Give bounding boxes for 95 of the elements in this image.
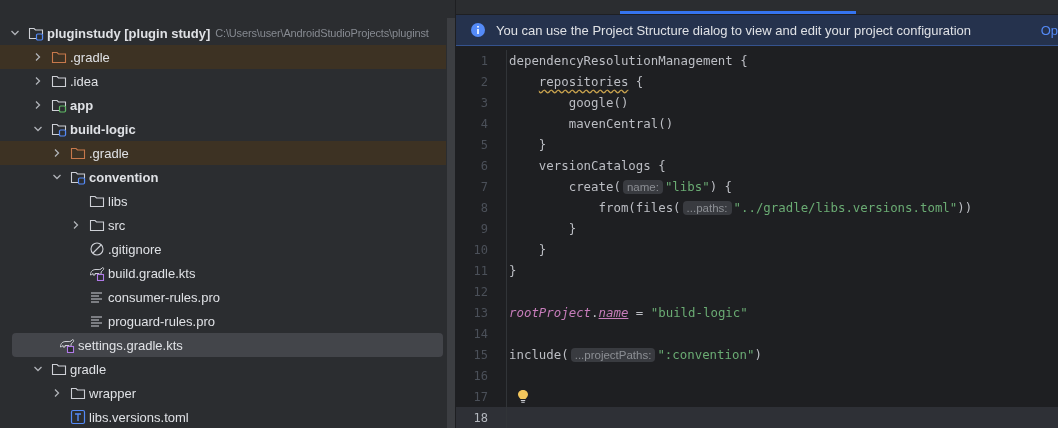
item-label: build-logic: [70, 121, 136, 137]
code-token: google(): [567, 95, 629, 110]
tree-item[interactable]: settings.gradle.kts: [12, 333, 443, 357]
code-token: rootProject: [509, 305, 592, 320]
tree-item[interactable]: pluginstudy [plugin study] C:\Users\user\AndroidStudioProjects\pluginst: [0, 21, 446, 45]
code-token: =: [634, 305, 645, 320]
item-label: libs: [108, 193, 128, 209]
code-token: versionCatalogs {: [537, 158, 666, 173]
no-entry-icon: [89, 241, 105, 257]
parameter-hint: ...paths:: [682, 200, 732, 215]
code-token: ): [754, 347, 762, 362]
scrollbar[interactable]: [447, 18, 455, 428]
code-token: dependencyResolutionManagement {: [509, 53, 748, 68]
code-token: include(: [509, 347, 569, 362]
item-label: .gradle: [70, 49, 110, 65]
code-token: create(: [567, 179, 621, 194]
code-token: }: [537, 137, 547, 152]
project-path: C:\Users\user\AndroidStudioProjects\pluginst: [215, 27, 429, 39]
chevron-icon[interactable]: [52, 148, 62, 158]
folder-icon: [51, 73, 67, 89]
code-token: "../gradle/libs.versions.toml": [733, 200, 958, 215]
item-label: settings.gradle.kts: [78, 337, 183, 353]
folder-icon: [51, 361, 67, 377]
chevron-icon[interactable]: [33, 100, 43, 110]
chevron-icon[interactable]: [52, 388, 62, 398]
item-label: gradle: [70, 361, 107, 377]
text-lines-icon: [89, 313, 105, 329]
chevron-icon[interactable]: [10, 28, 20, 38]
item-label: wrapper: [89, 385, 136, 401]
code-token: mavenCentral(): [567, 116, 674, 131]
code-token: name: [598, 305, 629, 320]
tree-item[interactable]: .gitignore: [0, 237, 446, 261]
item-label: .idea: [70, 73, 99, 89]
tree-item[interactable]: libs: [0, 189, 446, 213]
folder-icon: [28, 25, 44, 41]
folder-icon: [89, 193, 105, 209]
code-token: "libs": [664, 179, 710, 194]
tree-item[interactable]: consumer-rules.pro: [0, 285, 446, 309]
tree-item[interactable]: convention: [0, 165, 446, 189]
code-token: }: [567, 221, 577, 236]
code-token: )): [957, 200, 973, 215]
folder-icon: [89, 217, 105, 233]
folder-icon: [51, 121, 67, 137]
item-label: .gradle: [89, 145, 129, 161]
tree-item[interactable]: build-logic: [0, 117, 446, 141]
banner-message: You can use the Project Structure dialog to view and edit your project configuration: [496, 22, 972, 38]
folder-icon: [70, 145, 86, 161]
lightbulb-icon[interactable]: [517, 389, 529, 404]
code-token: repositories: [538, 74, 629, 89]
letter-t-icon: [70, 409, 86, 425]
elephant-icon: [89, 265, 105, 281]
code-token: ":convention": [657, 347, 755, 362]
code-token: ) {: [709, 179, 733, 194]
chevron-icon[interactable]: [33, 364, 43, 374]
line-number: 18: [472, 410, 488, 425]
text-lines-icon: [89, 289, 105, 305]
code-token: }: [537, 242, 547, 257]
item-label: consumer-rules.pro: [108, 289, 220, 305]
chevron-icon[interactable]: [33, 124, 43, 134]
tree-item[interactable]: src: [0, 213, 446, 237]
item-label: pluginstudy [plugin study]: [47, 25, 211, 41]
tree-item[interactable]: .gradle: [0, 45, 446, 69]
folder-icon: [51, 49, 67, 65]
tree-item[interactable]: .gradle: [0, 141, 446, 165]
folder-icon: [51, 97, 67, 113]
code-token: .: [591, 305, 599, 320]
banner-link[interactable]: Op: [1040, 22, 1058, 38]
tree-item[interactable]: wrapper: [0, 381, 446, 405]
item-label: .gitignore: [108, 241, 162, 257]
tree-item[interactable]: build.gradle.kts: [0, 261, 446, 285]
code-token: {: [634, 74, 644, 89]
code-token: }: [509, 263, 517, 278]
folder-icon: [70, 169, 86, 185]
code-token: "build-logic": [650, 305, 748, 320]
chevron-icon[interactable]: [33, 52, 43, 62]
info-icon: [470, 22, 486, 39]
chevron-icon[interactable]: [71, 220, 81, 230]
tree-item[interactable]: proguard-rules.pro: [0, 309, 446, 333]
code-token: from(files(: [597, 200, 681, 215]
chevron-icon[interactable]: [52, 172, 62, 182]
item-label: build.gradle.kts: [108, 265, 196, 281]
tree-item[interactable]: gradle: [0, 357, 446, 381]
parameter-hint: name:: [622, 179, 663, 194]
item-label: convention: [89, 169, 159, 185]
tree-item[interactable]: app: [0, 93, 446, 117]
item-label: app: [70, 97, 94, 113]
tree-item[interactable]: libs.versions.toml: [0, 405, 446, 428]
item-label: proguard-rules.pro: [108, 313, 215, 329]
parameter-hint: ...projectPaths:: [570, 347, 656, 362]
item-label: src: [108, 217, 126, 233]
tree-item[interactable]: .idea: [0, 69, 446, 93]
chevron-icon[interactable]: [33, 76, 43, 86]
elephant-icon: [59, 337, 75, 353]
folder-icon: [70, 385, 86, 401]
item-label: libs.versions.toml: [89, 409, 189, 425]
